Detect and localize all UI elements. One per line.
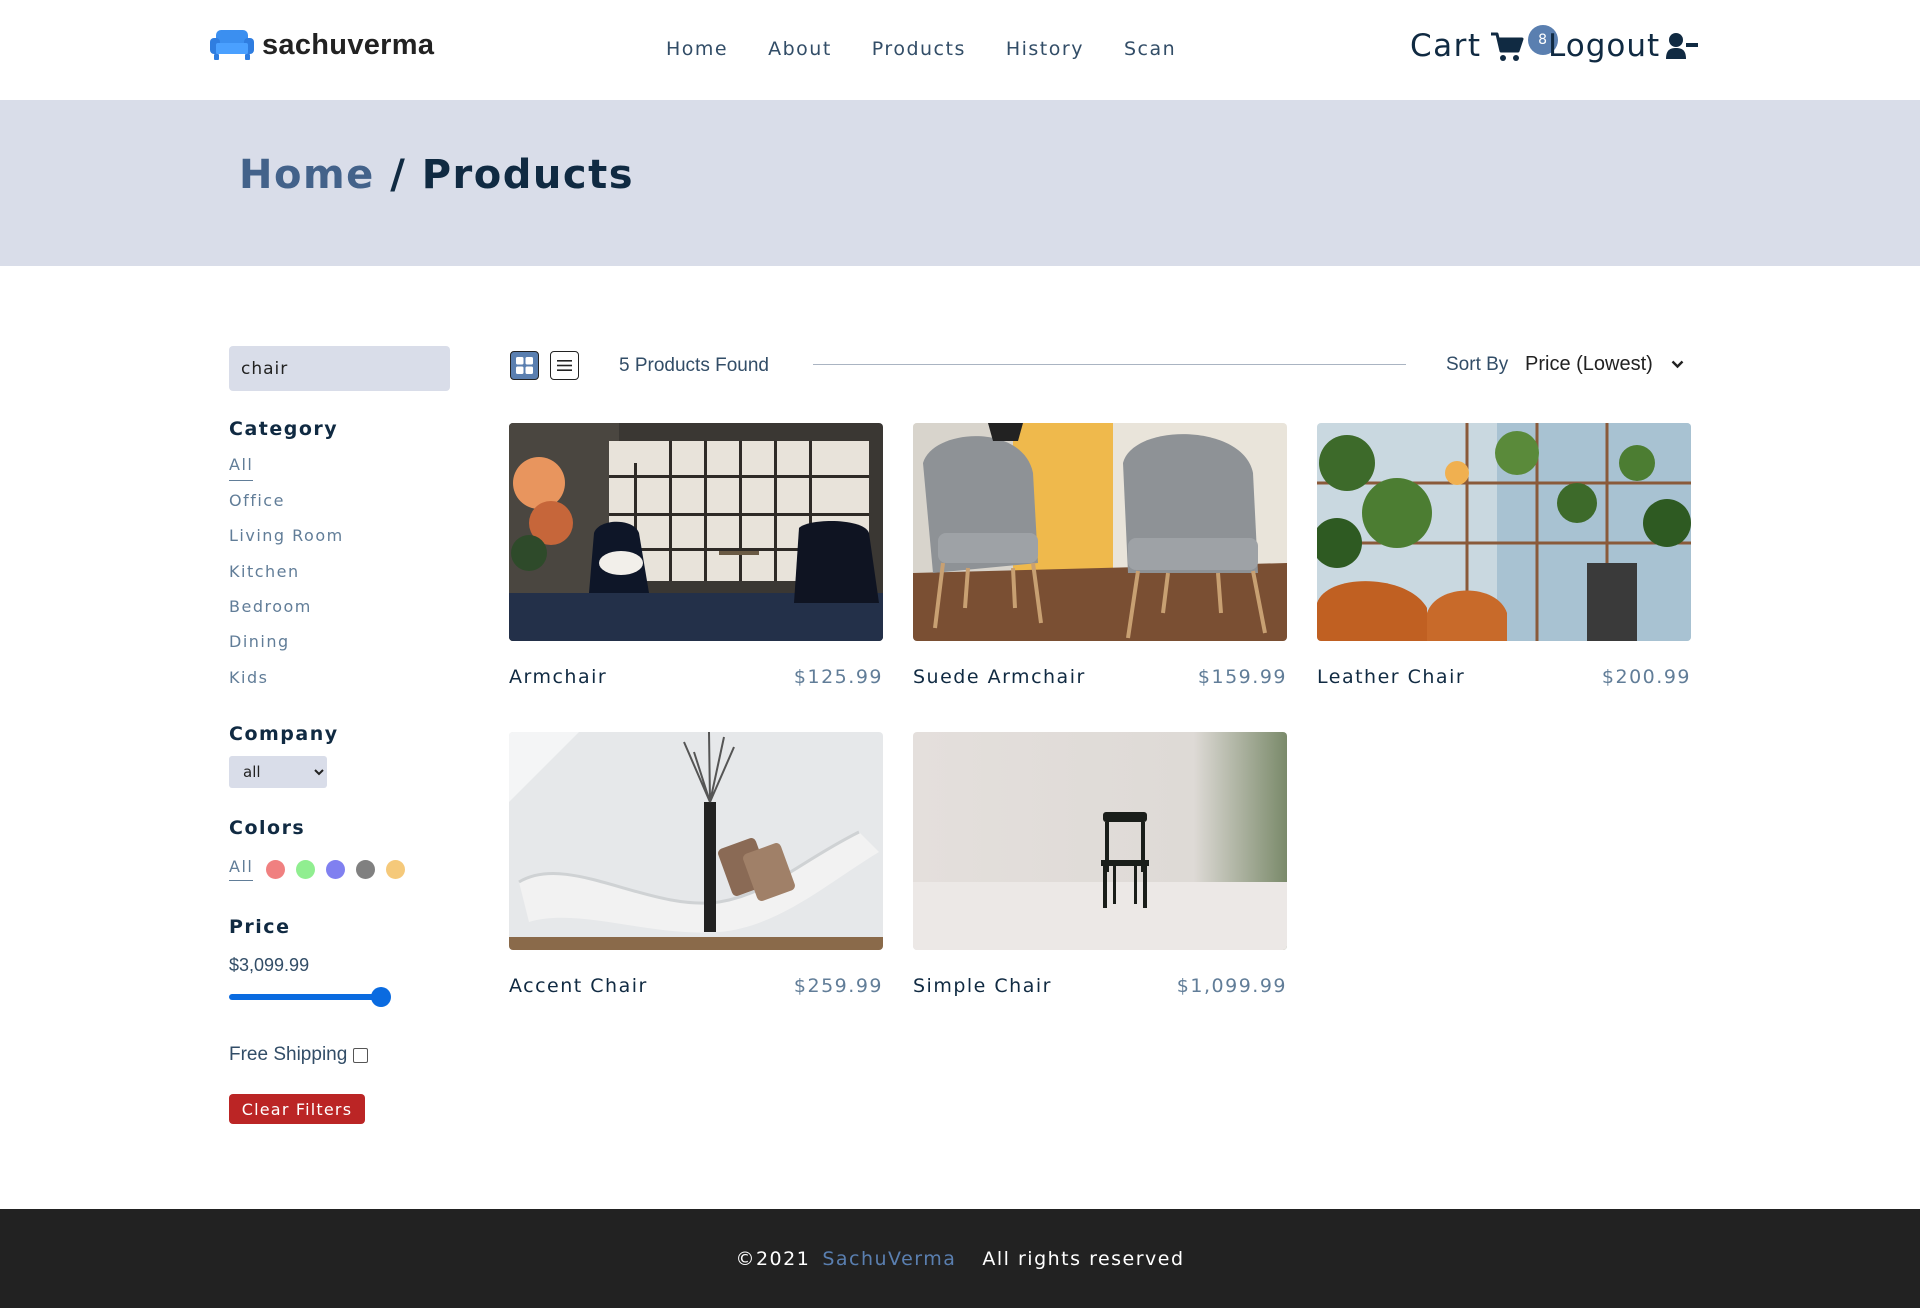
free-shipping-checkbox[interactable] — [353, 1047, 369, 1063]
user-minus-icon — [1666, 33, 1699, 59]
product-image-simple-chair[interactable] — [913, 732, 1287, 950]
products-found-count: 5 Products Found — [619, 355, 769, 376]
price-slider-thumb[interactable] — [371, 987, 391, 1007]
sort-select[interactable]: Price (Lowest) — [1525, 353, 1684, 376]
product-price: $125.99 — [793, 666, 883, 688]
category-item-all[interactable]: All — [229, 455, 254, 481]
product-card-leather-chair: Leather Chair $200.99 — [1317, 423, 1691, 688]
product-name: Accent Chair — [509, 975, 648, 997]
toolbar-divider — [813, 364, 1406, 365]
product-price: $200.99 — [1601, 666, 1691, 688]
category-title: Category — [229, 418, 339, 440]
product-info: Simple Chair $1,099.99 — [913, 975, 1287, 997]
product-image-leather-chair[interactable] — [1317, 423, 1691, 641]
product-image-armchair[interactable] — [509, 423, 883, 641]
grid-icon — [516, 357, 533, 374]
product-name: Armchair — [509, 666, 608, 688]
free-shipping-toggle[interactable]: Free Shipping — [229, 1044, 369, 1066]
product-card-suede-armchair: Suede Armchair $159.99 — [913, 423, 1287, 688]
breadcrumb-separator: / — [374, 152, 422, 198]
color-options: All — [229, 857, 406, 881]
company-title: Company — [229, 723, 339, 745]
list-icon — [557, 360, 572, 371]
price-title: Price — [229, 916, 291, 938]
product-price: $1,099.99 — [1176, 975, 1287, 997]
product-price: $159.99 — [1197, 666, 1287, 688]
brand-logo[interactable]: sachuverma — [210, 28, 434, 62]
brand-name: sachuverma — [262, 28, 435, 61]
product-info: Suede Armchair $159.99 — [913, 666, 1287, 688]
category-item-office[interactable]: Office — [229, 491, 285, 510]
product-name: Suede Armchair — [913, 666, 1086, 688]
color-swatch-gray[interactable] — [356, 859, 376, 879]
nav-link-scan[interactable]: Scan — [1124, 38, 1176, 60]
product-name: Simple Chair — [913, 975, 1052, 997]
breadcrumb-current: Products — [421, 152, 635, 198]
category-item-kids[interactable]: Kids — [229, 668, 268, 687]
sort-selected-value: Price (Lowest) — [1525, 353, 1653, 375]
footer-copyright: ©2021 — [735, 1247, 811, 1270]
product-card-simple-chair: Simple Chair $1,099.99 — [913, 732, 1287, 997]
cart-icon — [1490, 32, 1524, 61]
category-item-bedroom[interactable]: Bedroom — [229, 597, 312, 616]
product-card-accent-chair: Accent Chair $259.99 — [509, 732, 883, 997]
chevron-down-icon — [1671, 360, 1684, 369]
colors-title: Colors — [229, 817, 306, 839]
price-slider-track[interactable] — [229, 994, 389, 1000]
footer: ©2021 SachuVerma All rights reserved — [0, 1209, 1920, 1308]
cart-label: Cart — [1410, 28, 1482, 64]
category-item-kitchen[interactable]: Kitchen — [229, 562, 300, 581]
nav-links: Home About Products History Scan — [666, 38, 1176, 60]
category-item-dining[interactable]: Dining — [229, 632, 290, 651]
color-all-button[interactable]: All — [229, 857, 254, 881]
category-item-living-room[interactable]: Living Room — [229, 526, 344, 545]
page-hero: Home / Products — [0, 100, 1920, 266]
cart-icon-wrapper: 8 — [1490, 25, 1558, 61]
logout-button[interactable]: Logout — [1548, 28, 1699, 64]
price-value: $3,099.99 — [229, 955, 310, 975]
cart-button[interactable]: Cart 8 — [1410, 25, 1558, 64]
nav-link-home[interactable]: Home — [666, 38, 728, 60]
footer-rights: All rights reserved — [982, 1247, 1185, 1270]
logout-label: Logout — [1548, 28, 1661, 64]
product-name: Leather Chair — [1317, 666, 1466, 688]
sort-label: Sort By — [1446, 354, 1509, 375]
product-image-suede-armchair[interactable] — [913, 423, 1287, 641]
list-view-button[interactable] — [550, 351, 579, 380]
product-card-armchair: Armchair $125.99 — [509, 423, 883, 688]
navbar: sachuverma Home About Products History S… — [0, 0, 1920, 100]
sofa-icon — [210, 30, 254, 60]
free-shipping-label: Free Shipping — [229, 1044, 348, 1065]
nav-link-about[interactable]: About — [768, 38, 832, 60]
grid-view-button[interactable] — [510, 351, 539, 380]
search-input[interactable] — [229, 346, 450, 391]
breadcrumb-home-link[interactable]: Home — [239, 152, 375, 198]
product-price: $259.99 — [793, 975, 883, 997]
color-swatch-red[interactable] — [266, 859, 286, 879]
color-swatch-yellow[interactable] — [386, 859, 406, 879]
product-info: Armchair $125.99 — [509, 666, 883, 688]
product-image-accent-chair[interactable] — [509, 732, 883, 950]
color-swatch-blue[interactable] — [326, 859, 346, 879]
nav-link-history[interactable]: History — [1006, 38, 1084, 60]
breadcrumb: Home / Products — [239, 152, 634, 198]
footer-brand-link[interactable]: SachuVerma — [822, 1248, 956, 1270]
company-select[interactable]: all — [229, 756, 327, 788]
color-swatch-green[interactable] — [296, 859, 316, 879]
product-info: Leather Chair $200.99 — [1317, 666, 1691, 688]
nav-link-products[interactable]: Products — [872, 38, 966, 60]
clear-filters-button[interactable]: Clear Filters — [229, 1094, 365, 1124]
product-info: Accent Chair $259.99 — [509, 975, 883, 997]
